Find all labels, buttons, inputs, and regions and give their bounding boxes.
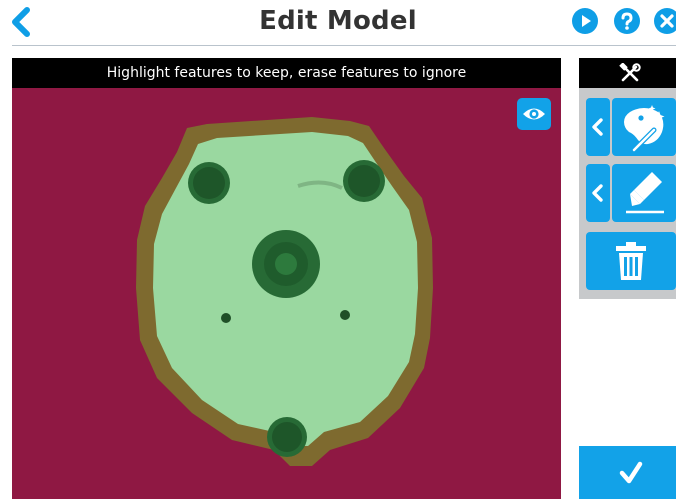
highlighter-expand-button[interactable]: [586, 164, 610, 222]
header: Edit Model: [0, 0, 676, 46]
chevron-left-icon: [592, 184, 603, 202]
magic-paint-icon: [624, 105, 665, 153]
toggle-visibility-button[interactable]: [517, 98, 551, 130]
tool-panel-header: [579, 58, 676, 88]
header-divider: [12, 45, 676, 46]
eye-icon: [523, 108, 545, 120]
close-button[interactable]: [654, 8, 676, 34]
tool-panel: [579, 58, 676, 299]
chevron-left-icon: [592, 118, 603, 136]
pin-left: [221, 313, 231, 323]
close-icon: [660, 14, 674, 28]
checkmark-icon: [619, 461, 643, 484]
pin-right: [340, 310, 350, 320]
help-icon: [621, 12, 633, 30]
play-icon: [582, 15, 591, 27]
camera-image[interactable]: [12, 88, 561, 499]
magic-paint-button[interactable]: [612, 98, 676, 156]
delete-button[interactable]: [586, 232, 676, 290]
tools-icon: [619, 63, 641, 82]
play-button[interactable]: [572, 8, 598, 34]
highlighter-icon: [626, 172, 664, 214]
part-image: [136, 117, 433, 466]
magic-tool-expand-button[interactable]: [586, 98, 610, 156]
instruction-text: Highlight features to keep, erase featur…: [12, 58, 561, 88]
editor-panel: Highlight features to keep, erase featur…: [12, 58, 561, 499]
confirm-button[interactable]: [579, 446, 676, 499]
highlighter-button[interactable]: [612, 164, 676, 222]
trash-icon: [616, 242, 646, 280]
help-button[interactable]: [614, 8, 640, 34]
